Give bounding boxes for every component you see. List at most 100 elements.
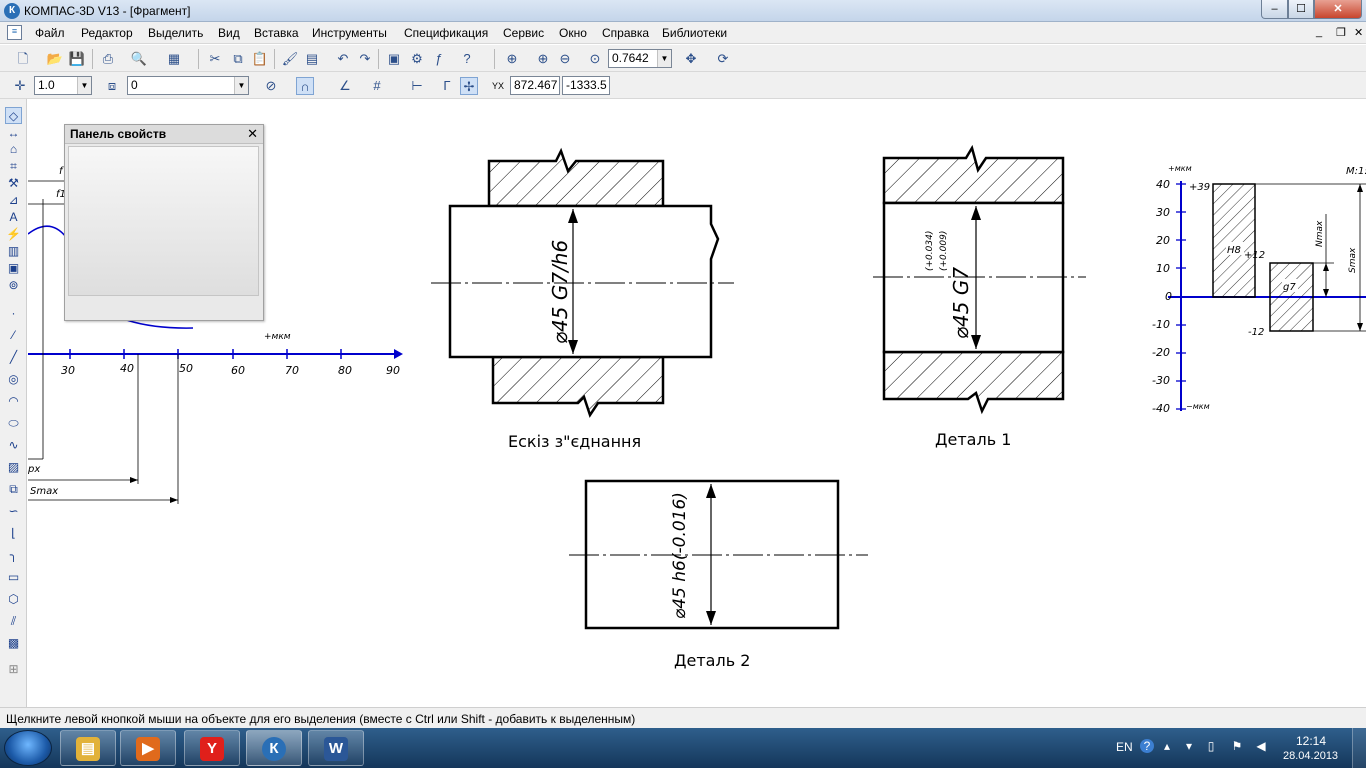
- rectangle-icon[interactable]: ▭: [5, 569, 22, 586]
- cut-icon[interactable]: ✂: [206, 50, 224, 68]
- device-icon[interactable]: ▯: [1204, 739, 1218, 753]
- coord-x-field[interactable]: 872.467: [510, 76, 560, 95]
- language-indicator[interactable]: EN: [1116, 740, 1133, 754]
- menu-tools[interactable]: Инструменты: [312, 26, 387, 40]
- menu-help[interactable]: Справка: [602, 26, 649, 40]
- chevron-down-icon[interactable]: ▼: [77, 77, 91, 94]
- editing-icon[interactable]: ⌗: [5, 158, 22, 175]
- flag-icon[interactable]: ⚑: [1230, 739, 1244, 753]
- fillet-icon[interactable]: ╮: [5, 547, 22, 564]
- menu-select[interactable]: Выделить: [148, 26, 203, 40]
- arc-icon[interactable]: ◠: [5, 393, 22, 410]
- clock-date[interactable]: 28.04.2013: [1283, 750, 1338, 762]
- hatch-icon[interactable]: ▨: [5, 459, 22, 476]
- point-icon[interactable]: ·: [5, 305, 22, 322]
- segment-icon[interactable]: ╱: [5, 349, 22, 366]
- zoom-combo[interactable]: 0.7642 ▼: [608, 49, 672, 68]
- spec-icon[interactable]: ⚡: [5, 226, 22, 243]
- step-combo[interactable]: 1.0 ▼: [34, 76, 92, 95]
- variables-icon[interactable]: ƒ: [430, 50, 448, 68]
- select-icon[interactable]: A: [5, 209, 22, 226]
- polygon-icon[interactable]: ⬡: [5, 591, 22, 608]
- taskbar-app-media[interactable]: ▶: [120, 730, 176, 766]
- coordinates-icon[interactable]: ✢: [460, 77, 478, 95]
- mdi-minimize-button[interactable]: _: [1316, 26, 1322, 38]
- document-icon[interactable]: ≡: [7, 25, 22, 40]
- copy-icon[interactable]: ⧉: [229, 50, 247, 68]
- layer-combo[interactable]: 0 ▼: [127, 76, 249, 95]
- chevron-down-icon[interactable]: ▼: [234, 77, 248, 94]
- polyline-icon[interactable]: ∿: [5, 437, 22, 454]
- layer-icon[interactable]: ⧈: [103, 77, 121, 95]
- menu-window[interactable]: Окно: [559, 26, 587, 40]
- redo-icon[interactable]: ↷: [356, 50, 374, 68]
- chamfer-icon[interactable]: ⌊: [5, 525, 22, 542]
- ellipse-icon[interactable]: ⬭: [5, 415, 22, 432]
- menu-view[interactable]: Вид: [218, 26, 240, 40]
- step-cursor-icon[interactable]: ✛: [11, 77, 29, 95]
- library-icon[interactable]: ⊚: [5, 277, 22, 294]
- undo-icon[interactable]: ↶: [334, 50, 352, 68]
- preview-icon[interactable]: 🔍: [130, 50, 148, 68]
- pan-icon[interactable]: ✥: [682, 50, 700, 68]
- format-painter-icon[interactable]: 🖌: [281, 50, 299, 68]
- manager-icon[interactable]: ▦: [165, 50, 183, 68]
- menu-editor[interactable]: Редактор: [81, 26, 133, 40]
- menu-libraries[interactable]: Библиотеки: [662, 26, 727, 40]
- library-manager-icon[interactable]: ⚙: [408, 50, 426, 68]
- local-cs-icon[interactable]: ⊢: [408, 77, 426, 95]
- taskbar-app-yandex[interactable]: Y: [184, 730, 240, 766]
- minimize-button[interactable]: ‒: [1261, 0, 1288, 19]
- taskbar-app-word[interactable]: W: [308, 730, 364, 766]
- help-pointer-icon[interactable]: ?: [458, 50, 476, 68]
- properties-icon[interactable]: ▤: [303, 50, 321, 68]
- paste-icon[interactable]: 📋: [251, 50, 269, 68]
- properties-panel-header[interactable]: Панель свойств ✕: [65, 125, 263, 144]
- grid-icon[interactable]: #: [368, 77, 386, 95]
- contour-icon[interactable]: ⫽: [5, 613, 22, 630]
- zoom-in-icon[interactable]: ⊕: [534, 50, 552, 68]
- geometry-icon[interactable]: ◇: [5, 107, 22, 124]
- menu-file[interactable]: Файл: [35, 26, 65, 40]
- insert-icon[interactable]: ▣: [5, 260, 22, 277]
- mdi-close-button[interactable]: ✕: [1354, 26, 1363, 39]
- menu-insert[interactable]: Вставка: [254, 26, 299, 40]
- kompas-app-icon[interactable]: К: [4, 3, 20, 19]
- snap-magnet-icon[interactable]: ∩: [296, 77, 314, 95]
- clock-time[interactable]: 12:14: [1296, 734, 1326, 748]
- menu-specification[interactable]: Спецификация: [404, 26, 488, 40]
- ortho-icon[interactable]: ∠: [336, 77, 354, 95]
- bezier-icon[interactable]: ∽: [5, 503, 22, 520]
- print-icon[interactable]: ⎙: [99, 50, 117, 68]
- coord-y-field[interactable]: -1333.5: [562, 76, 610, 95]
- zoom-window-icon[interactable]: ⊕: [503, 50, 521, 68]
- chevron-down-icon[interactable]: ▼: [657, 50, 671, 67]
- open-icon[interactable]: 📂: [46, 50, 64, 68]
- aux-line-icon[interactable]: ⁄: [5, 327, 22, 344]
- equidistant-icon[interactable]: ⧉: [5, 481, 22, 498]
- chevron-down-icon[interactable]: ▾: [1182, 739, 1196, 753]
- designations-icon[interactable]: ⌂: [5, 141, 22, 158]
- show-desktop-button[interactable]: [1352, 728, 1366, 768]
- taskbar-app-kompas[interactable]: К: [246, 730, 302, 766]
- help-icon[interactable]: ?: [1140, 739, 1154, 753]
- mdi-restore-button[interactable]: ❐: [1336, 26, 1346, 39]
- refresh-icon[interactable]: ⟳: [714, 50, 732, 68]
- taskbar-app-explorer[interactable]: ▤: [60, 730, 116, 766]
- save-icon[interactable]: 💾: [68, 50, 86, 68]
- compact-panel-icon[interactable]: ▣: [385, 50, 403, 68]
- close-icon[interactable]: ✕: [247, 126, 258, 142]
- zoom-out-icon[interactable]: ⊖: [556, 50, 574, 68]
- report-icon[interactable]: ▥: [5, 243, 22, 260]
- close-button[interactable]: ✕: [1314, 0, 1362, 19]
- collapse-icon[interactable]: ⊞: [5, 661, 22, 678]
- start-button[interactable]: [4, 730, 52, 766]
- orthogonal-mode-icon[interactable]: Γ: [438, 77, 456, 95]
- view-state-icon[interactable]: ⊘: [262, 77, 280, 95]
- zoom-scale-icon[interactable]: ⊙: [586, 50, 604, 68]
- parametrization-icon[interactable]: ⚒: [5, 175, 22, 192]
- measure-icon[interactable]: ⊿: [5, 192, 22, 209]
- maximize-button[interactable]: ☐: [1288, 0, 1314, 19]
- volume-icon[interactable]: ◀: [1254, 739, 1268, 753]
- new-document-icon[interactable]: 🗋: [14, 50, 32, 68]
